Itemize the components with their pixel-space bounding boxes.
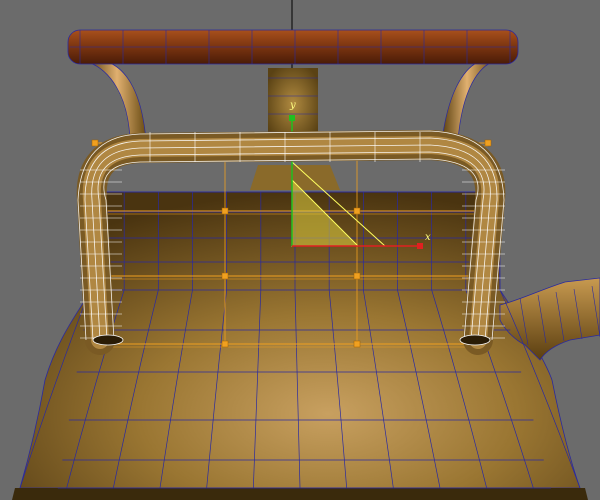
viewport-canvas[interactable]: y x [0, 0, 600, 500]
gizmo-control-point [353, 340, 361, 348]
handle-end-cap [92, 334, 124, 346]
gizmo-y-axis-handle [289, 115, 295, 121]
x-axis-label: x [425, 232, 431, 243]
teapot-neck[interactable] [250, 68, 340, 190]
gizmo-control-point [353, 272, 361, 280]
3d-viewport[interactable]: y x [0, 0, 600, 500]
gizmo-control-point [221, 340, 229, 348]
gizmo-control-point [484, 139, 492, 147]
handle-end-cap [459, 334, 491, 346]
gizmo-control-point [353, 207, 361, 215]
gizmo-control-point [91, 139, 99, 147]
gizmo-control-point [221, 207, 229, 215]
gizmo-x-axis-handle [417, 243, 423, 249]
gizmo-control-point [221, 272, 229, 280]
y-axis-label: y [289, 100, 296, 111]
